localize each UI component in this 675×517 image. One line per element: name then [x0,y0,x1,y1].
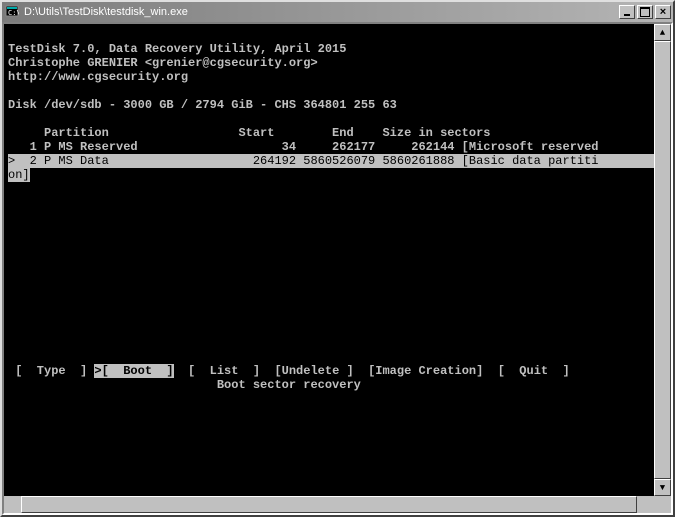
menu-type[interactable]: [ Type ] [8,364,94,378]
window-controls: × [619,5,671,19]
window-title: D:\Utils\TestDisk\testdisk_win.exe [24,6,619,18]
header-line-3: http://www.cgsecurity.org [8,70,188,84]
vertical-scrollbar[interactable]: ▲ ▼ [654,24,671,496]
partition-row-1[interactable]: 1 P MS Reserved 34 262177 262144 [Micros… [8,140,599,154]
close-button[interactable]: × [655,5,671,19]
menu-boot-selected[interactable]: >[ Boot ] [94,364,173,378]
header-line-2: Christophe GRENIER <grenier@cgsecurity.o… [8,56,318,70]
column-headers: Partition Start End Size in sectors [8,126,490,140]
disk-info: Disk /dev/sdb - 3000 GB / 2794 GiB - CHS… [8,98,397,112]
menu-row: [ Type ] >[ Boot ] [ List ] [Undelete ] … [8,364,570,378]
menu-help: Boot sector recovery [8,378,361,392]
console[interactable]: TestDisk 7.0, Data Recovery Utility, Apr… [2,22,673,515]
app-window: C:\ D:\Utils\TestDisk\testdisk_win.exe ×… [0,0,675,517]
partition-row-2-tail: on] [8,168,30,182]
scroll-up-button[interactable]: ▲ [654,24,671,41]
header-line-1: TestDisk 7.0, Data Recovery Utility, Apr… [8,42,346,56]
app-icon: C:\ [4,4,20,20]
titlebar: C:\ D:\Utils\TestDisk\testdisk_win.exe × [2,2,673,22]
menu-rest[interactable]: [ List ] [Undelete ] [Image Creation] [ … [174,364,570,378]
scrollbar-corner [654,496,671,513]
scroll-down-button[interactable]: ▼ [654,479,671,496]
scroll-v-thumb[interactable] [654,41,671,479]
minimize-button[interactable] [619,5,635,19]
horizontal-scrollbar[interactable]: ◄ ► [4,496,654,513]
maximize-button[interactable] [637,5,653,19]
scroll-h-thumb[interactable] [21,496,637,513]
svg-text:C:\: C:\ [8,9,19,17]
partition-row-2-selected[interactable]: > 2 P MS Data 264192 5860526079 58602618… [8,154,667,168]
